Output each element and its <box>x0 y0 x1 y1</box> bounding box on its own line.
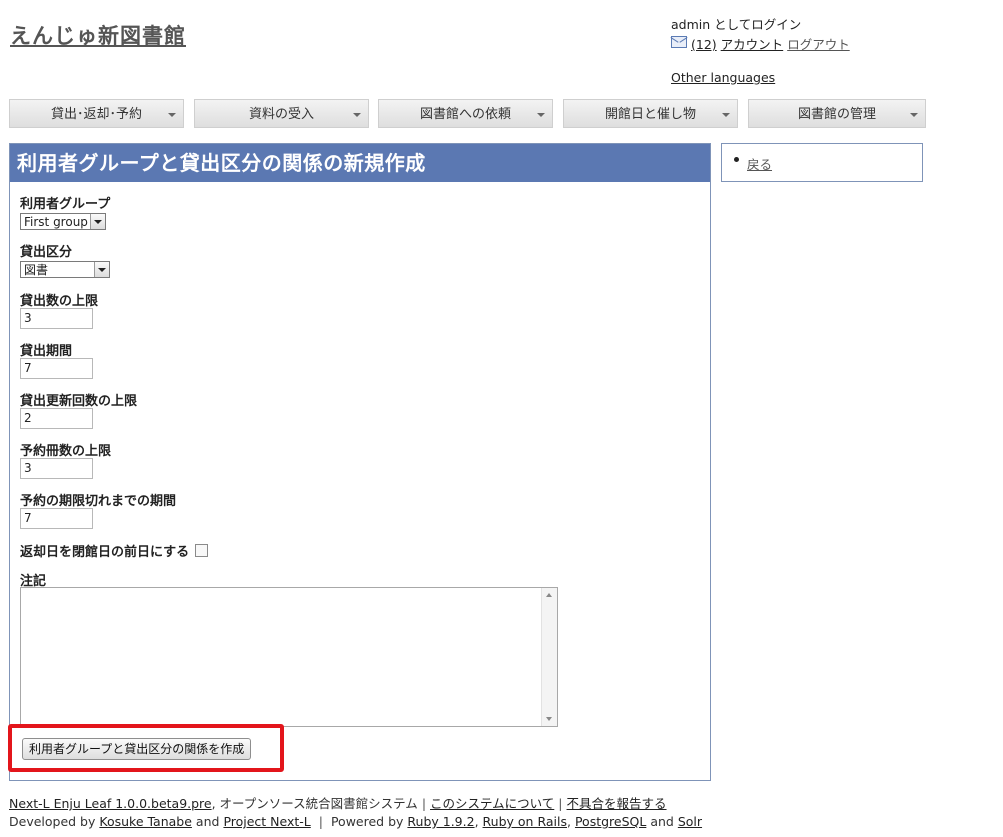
submit-highlight: 利用者グループと貸出区分の関係を作成 <box>8 724 284 772</box>
checkout-type-value: 図書 <box>24 263 49 277</box>
scroll-down-icon[interactable] <box>546 717 552 721</box>
renewal-limit-label: 貸出更新回数の上限 <box>20 394 138 409</box>
nav-events[interactable]: 開館日と催し物 <box>563 99 738 128</box>
footer: Next-L Enju Leaf 1.0.0.beta9.pre, オープンソー… <box>9 795 702 831</box>
nav-item-label: 開館日と催し物 <box>604 107 696 122</box>
user-links: (12) アカウント ログアウト <box>671 35 854 55</box>
project-link[interactable]: Project Next-L <box>223 814 310 829</box>
nav-item-label: 資料の受入 <box>248 107 314 122</box>
page-title: 利用者グループと貸出区分の関係の新規作成 <box>10 144 710 182</box>
nav-acquisition[interactable]: 資料の受入 <box>194 99 369 128</box>
account-link[interactable]: アカウント <box>721 37 784 52</box>
renewal-limit-input[interactable]: 2 <box>20 408 93 429</box>
dropdown-arrow-icon <box>90 214 105 229</box>
postgresql-link[interactable]: PostgreSQL <box>575 814 646 829</box>
main-nav: 貸出･返却･予約 資料の受入 図書館への依頼 開館日と催し物 図書館の管理 <box>9 99 926 129</box>
note-textarea[interactable] <box>20 587 558 727</box>
footer-line-1: Next-L Enju Leaf 1.0.0.beta9.pre, オープンソー… <box>9 795 702 813</box>
create-button[interactable]: 利用者グループと貸出区分の関係を作成 <box>22 738 252 760</box>
main-content: 利用者グループと貸出区分の関係の新規作成 利用者グループ First group… <box>8 143 711 781</box>
chevron-down-icon <box>910 113 918 117</box>
nav-item-label: 図書館の管理 <box>797 107 876 122</box>
product-description: , オープンソース統合図書館システム <box>211 796 418 811</box>
sidebar: 戻る <box>721 143 923 182</box>
footer-line-2: Developed by Kosuke Tanabe and Project N… <box>9 813 702 831</box>
nav-item-label: 貸出･返却･予約 <box>50 107 142 122</box>
product-link[interactable]: Next-L Enju Leaf 1.0.0.beta9.pre <box>9 796 212 811</box>
chevron-down-icon <box>537 113 545 117</box>
mail-icon <box>671 36 687 48</box>
checkout-type-select[interactable]: 図書 <box>20 261 110 278</box>
nav-admin[interactable]: 図書館の管理 <box>748 99 926 128</box>
messages-link[interactable]: (12) <box>691 37 717 52</box>
checkout-limit-label: 貸出数の上限 <box>20 294 99 309</box>
footer-separator: | <box>318 814 323 829</box>
checkout-limit-input[interactable]: 3 <box>20 308 93 329</box>
nav-requests[interactable]: 図書館への依頼 <box>378 99 553 128</box>
due-date-setting: 返却日を閉館日の前日にする <box>20 541 209 560</box>
logout-link[interactable]: ログアウト <box>787 37 850 52</box>
developed-by-text: Developed by <box>9 814 96 829</box>
dropdown-arrow-icon <box>94 262 109 277</box>
and-text: and <box>650 814 674 829</box>
about-link[interactable]: このシステムについて <box>430 796 554 811</box>
nav-circulation[interactable]: 貸出･返却･予約 <box>9 99 184 128</box>
scroll-up-icon[interactable] <box>546 593 552 597</box>
back-link[interactable]: 戻る <box>747 154 772 173</box>
comma-text: , <box>566 814 571 829</box>
reservation-expiry-input[interactable]: 7 <box>20 508 93 529</box>
footer-separator: | <box>421 796 427 811</box>
user-group-value: First group <box>24 215 88 229</box>
author-link[interactable]: Kosuke Tanabe <box>99 814 192 829</box>
ruby-link[interactable]: Ruby 1.9.2 <box>407 814 474 829</box>
login-status: admin としてログイン <box>671 17 802 32</box>
user-group-select[interactable]: First group <box>20 213 106 230</box>
solr-link[interactable]: Solr <box>678 814 702 829</box>
footer-separator: | <box>558 796 563 811</box>
report-bug-link[interactable]: 不具合を報告する <box>567 796 667 811</box>
reservation-limit-label: 予約冊数の上限 <box>20 444 112 459</box>
reservation-limit-input[interactable]: 3 <box>20 458 93 479</box>
checkout-period-label: 貸出期間 <box>20 344 73 359</box>
chevron-down-icon <box>353 113 361 117</box>
due-date-checkbox-label: 返却日を閉館日の前日にする <box>20 545 190 560</box>
due-date-checkbox[interactable] <box>195 544 209 557</box>
other-languages-link[interactable]: Other languages <box>671 68 775 88</box>
user-menu: admin としてログイン (12) アカウント ログアウト Other langu… <box>671 15 854 85</box>
bullet-icon <box>734 157 739 162</box>
checkout-period-input[interactable]: 7 <box>20 358 93 379</box>
checkout-type-label: 貸出区分 <box>20 245 73 260</box>
chevron-down-icon <box>722 113 730 117</box>
chevron-down-icon <box>168 113 176 117</box>
and-text: and <box>195 814 220 829</box>
user-group-label: 利用者グループ <box>20 197 111 212</box>
textarea-scrollbar[interactable] <box>541 588 557 726</box>
comma-text: , <box>474 814 479 829</box>
reservation-expiry-label: 予約の期限切れまでの期間 <box>20 494 177 509</box>
site-title-link[interactable]: えんじゅ新図書館 <box>10 20 186 50</box>
powered-by-text: Powered by <box>330 814 404 829</box>
rails-link[interactable]: Ruby on Rails <box>483 814 567 829</box>
nav-item-label: 図書館への依頼 <box>419 107 511 122</box>
